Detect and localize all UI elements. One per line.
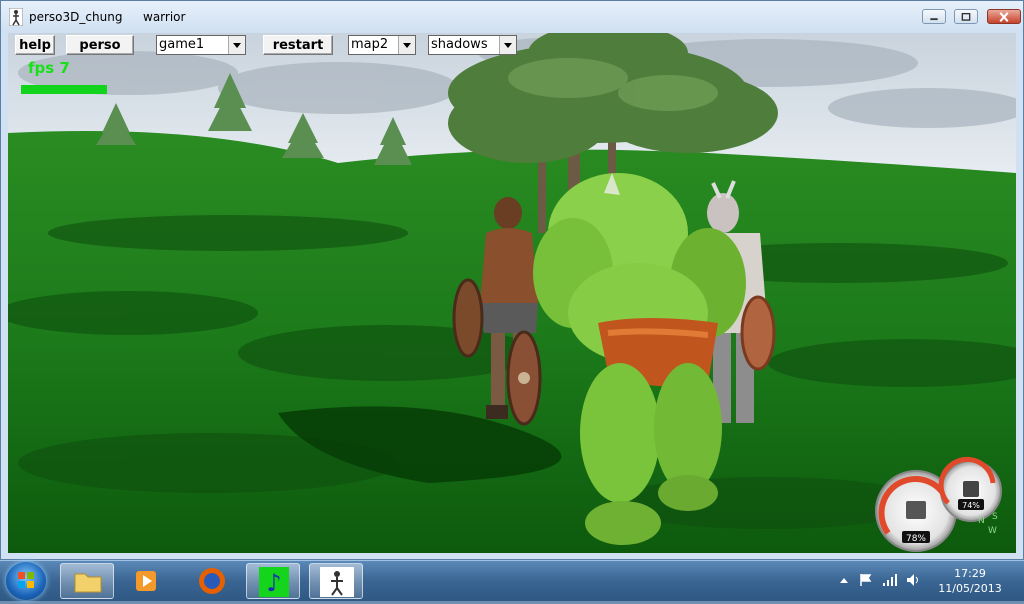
game-viewport[interactable]: fps 7 78% 74% N S W help perso game1 res… — [8, 33, 1016, 553]
svg-text:♪: ♪ — [266, 569, 281, 597]
window-title: perso3D_chung — [29, 10, 123, 24]
show-hidden-icons-icon[interactable] — [836, 573, 852, 587]
volume-icon[interactable] — [906, 573, 922, 587]
compass-s: S — [992, 512, 998, 522]
start-button[interactable] — [6, 562, 46, 600]
warrior-icon — [320, 567, 354, 597]
taskbar-firefox[interactable] — [185, 563, 239, 599]
shadows-select-value: shadows — [431, 37, 488, 52]
game-select[interactable]: game1 — [156, 35, 246, 55]
music-note-icon: ♪ — [259, 567, 289, 597]
fps-bar — [21, 85, 107, 94]
compass-n: N — [978, 516, 985, 526]
fps-text: fps 7 — [28, 59, 70, 77]
app-icon — [9, 8, 23, 26]
media-player-icon — [136, 571, 156, 591]
network-icon[interactable] — [882, 573, 898, 587]
taskbar-perso3d[interactable] — [309, 563, 363, 599]
clock-date: 11/05/2013 — [938, 582, 1002, 595]
chevron-down-icon[interactable] — [499, 36, 516, 54]
clock[interactable]: 17:29 11/05/2013 — [930, 566, 1010, 596]
mem-percent: 74% — [962, 501, 980, 510]
taskbar-media-player[interactable] — [120, 563, 174, 599]
game-scene[interactable]: fps 7 78% 74% N S W — [8, 33, 1016, 553]
close-button[interactable] — [987, 9, 1021, 24]
help-button[interactable]: help — [15, 35, 55, 55]
game-select-value: game1 — [159, 37, 205, 52]
shadows-select[interactable]: shadows — [428, 35, 517, 55]
restart-button[interactable]: restart — [263, 35, 333, 55]
title-bar[interactable]: perso3D_chung warrior — [1, 1, 1023, 33]
map-select[interactable]: map2 — [348, 35, 416, 55]
taskbar-explorer[interactable] — [60, 563, 114, 599]
windows-logo-icon — [18, 572, 34, 588]
map-select-value: map2 — [351, 37, 389, 52]
chevron-down-icon[interactable] — [398, 36, 415, 54]
compass-w: W — [988, 526, 997, 536]
flag-icon[interactable] — [858, 573, 874, 587]
cpu-percent: 78% — [906, 534, 926, 544]
taskbar: ♪ — [0, 560, 1024, 601]
folder-icon — [74, 573, 102, 593]
chevron-down-icon[interactable] — [228, 36, 245, 54]
app-window: perso3D_chung warrior fps 7 78% 74% N S … — [0, 0, 1024, 560]
maximize-button[interactable] — [954, 9, 978, 24]
minimize-icon — [930, 18, 938, 21]
firefox-icon — [199, 568, 225, 594]
minimize-button[interactable] — [922, 9, 946, 24]
maximize-icon — [961, 12, 971, 21]
clock-time: 17:29 — [954, 567, 986, 580]
close-icon — [999, 12, 1009, 22]
window-subtitle: warrior — [143, 10, 186, 24]
taskbar-music[interactable]: ♪ — [246, 563, 300, 599]
perso-button[interactable]: perso — [66, 35, 134, 55]
